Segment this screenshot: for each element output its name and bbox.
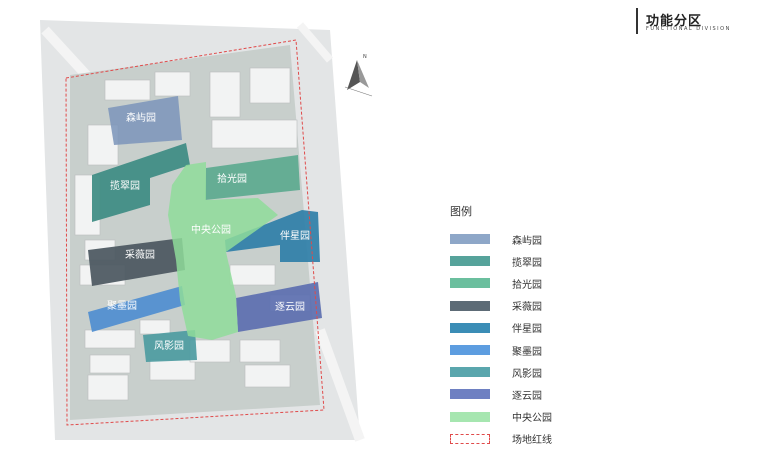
legend-item: 聚墨园 — [450, 339, 650, 361]
legend-title: 图例 — [450, 205, 472, 218]
legend-swatch — [450, 322, 490, 333]
compass-north-label: N — [363, 54, 367, 60]
legend-item: 伴星园 — [450, 317, 650, 339]
zone-label-jumo: 聚墨园 — [107, 300, 137, 312]
zone-label-lancui: 揽翠园 — [110, 179, 140, 192]
legend-item: 风影园 — [450, 361, 650, 383]
legend-item: 拾光园 — [450, 272, 650, 294]
legend-item: 采薇园 — [450, 295, 650, 317]
legend-swatch — [450, 256, 490, 267]
legend-items: 森屿园揽翠园拾光园采薇园伴星园聚墨园风影园逐云园中央公园场地红线 — [450, 228, 650, 450]
legend-item: 森屿园 — [450, 228, 650, 250]
legend-swatch — [450, 278, 490, 289]
legend-item: 揽翠园 — [450, 250, 650, 272]
legend-item: 逐云园 — [450, 383, 650, 405]
legend-label: 聚墨园 — [512, 346, 542, 358]
legend-label: 揽翠园 — [512, 257, 542, 269]
legend: 图例 森屿园揽翠园拾光园采薇园伴星园聚墨园风影园逐云园中央公园场地红线 — [450, 203, 650, 450]
zone-label-senyu: 森屿园 — [126, 111, 156, 124]
legend-label: 中央公园 — [512, 413, 552, 425]
legend-label: 拾光园 — [512, 279, 542, 291]
zone-label-shiguang: 拾光园 — [217, 172, 247, 185]
legend-swatch — [450, 411, 490, 422]
legend-label: 伴星园 — [512, 324, 542, 336]
legend-swatch — [450, 345, 490, 356]
site-plan-map: 森屿园 揽翠园 拾光园 采薇园 伴星园 聚墨园 风影园 逐云园 中央公园 N — [0, 0, 440, 446]
legend-label: 森屿园 — [512, 235, 542, 247]
legend-swatch — [450, 367, 490, 378]
zone-label-zhuyun: 逐云园 — [275, 301, 305, 313]
page-header: 功能分区 FUNCTIONAL DIVISION — [636, 6, 754, 36]
legend-label: 场地红线 — [512, 435, 552, 447]
legend-swatch — [450, 300, 490, 311]
zone-label-caiwei: 采薇园 — [125, 249, 155, 261]
zone-label-banxing: 伴星园 — [280, 229, 310, 242]
zone-label-fengying: 风影园 — [154, 340, 184, 352]
legend-swatch — [450, 389, 490, 400]
legend-label: 逐云园 — [512, 390, 542, 402]
legend-label: 采薇园 — [512, 302, 542, 314]
header-bar — [636, 8, 638, 34]
legend-label: 风影园 — [512, 368, 542, 380]
legend-swatch — [450, 234, 490, 245]
legend-swatch — [450, 433, 490, 444]
zone-label-park: 中央公园 — [191, 223, 231, 236]
page-subtitle: FUNCTIONAL DIVISION — [646, 26, 731, 32]
legend-item: 中央公园 — [450, 406, 650, 428]
legend-item: 场地红线 — [450, 428, 650, 450]
